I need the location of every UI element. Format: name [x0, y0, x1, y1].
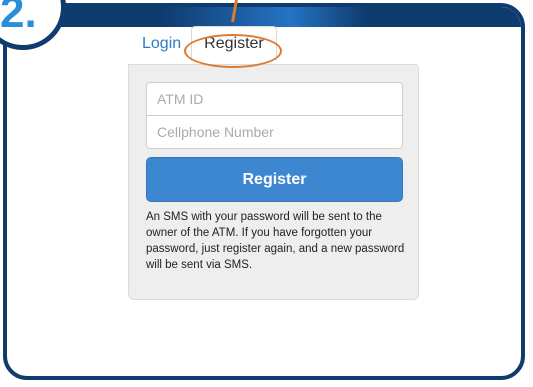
atm-id-input[interactable]: [146, 82, 403, 116]
tab-login[interactable]: Login: [128, 27, 191, 61]
tab-register[interactable]: Register: [191, 26, 277, 61]
register-panel: Register An SMS with your password will …: [128, 64, 419, 300]
sms-info-text: An SMS with your password will be sent t…: [146, 211, 405, 271]
step-number: 2.: [0, 0, 37, 37]
auth-tabs: Login Register: [128, 26, 277, 61]
top-banner: [7, 7, 521, 27]
cellphone-input[interactable]: [146, 115, 403, 149]
register-button[interactable]: Register: [146, 157, 403, 202]
